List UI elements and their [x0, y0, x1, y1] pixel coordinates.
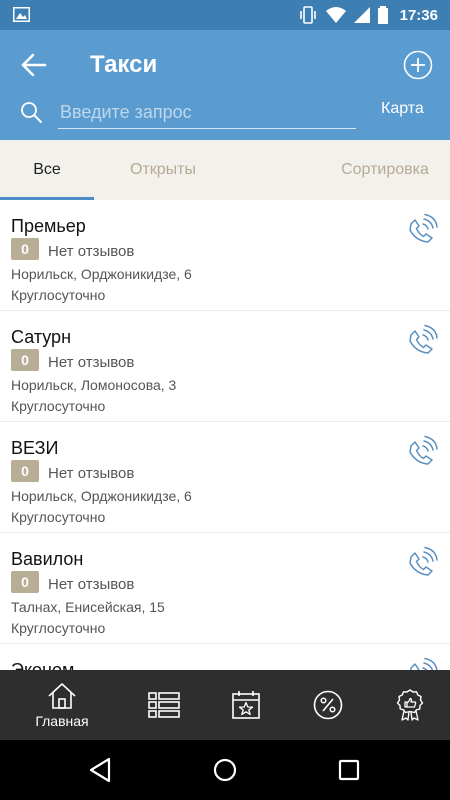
nav-item-events[interactable] — [222, 670, 270, 740]
reviews-text: Нет отзывов — [48, 576, 135, 593]
item-name: Вавилон — [11, 549, 84, 569]
back-arrow-icon[interactable] — [20, 52, 50, 78]
phone-call-icon[interactable] — [404, 546, 438, 580]
rating-badge: 0 — [11, 571, 39, 593]
hours-text: Круглосуточно — [11, 287, 106, 303]
wifi-icon — [325, 7, 346, 23]
nav-item-home[interactable]: Главная — [24, 670, 100, 740]
list-item[interactable]: Вавилон 0 Нет отзывов Талнах, Енисейская… — [0, 533, 450, 644]
system-home-icon[interactable] — [209, 754, 241, 786]
add-icon[interactable] — [403, 50, 433, 80]
address-text: Талнах, Енисейская, 15 — [11, 599, 165, 615]
phone-call-icon[interactable] — [404, 324, 438, 358]
list-item[interactable]: Премьер 0 Нет отзывов Норильск, Орджоник… — [0, 200, 450, 311]
item-name: Премьер — [11, 216, 86, 236]
status-time: 17:36 — [399, 6, 438, 24]
tab-all[interactable]: Все — [0, 140, 94, 200]
search-icon — [21, 102, 42, 123]
app-bar: Такси Карта — [0, 30, 450, 140]
list-icon — [148, 692, 180, 718]
item-name: Сатурн — [11, 327, 72, 347]
bottom-nav: Главная — [0, 670, 450, 740]
tab-bar: Все Открыты Сортировка — [0, 140, 450, 200]
nav-item-discounts[interactable] — [304, 670, 352, 740]
reviews-text: Нет отзывов — [48, 354, 135, 371]
nav-label-home: Главная — [35, 712, 89, 729]
calendar-star-icon — [232, 691, 260, 719]
percent-icon — [313, 690, 343, 720]
taxi-list: Премьер 0 Нет отзывов Норильск, Орджоник… — [0, 200, 450, 670]
system-back-icon[interactable] — [85, 754, 117, 786]
item-name: Эконом — [11, 660, 75, 670]
tab-open[interactable]: Открыты — [100, 140, 226, 200]
nav-item-list[interactable] — [140, 670, 188, 740]
system-recents-icon[interactable] — [333, 754, 365, 786]
award-icon — [396, 689, 424, 721]
hours-text: Круглосуточно — [11, 398, 106, 414]
item-name: ВЕЗИ — [11, 438, 59, 458]
list-item[interactable]: Сатурн 0 Нет отзывов Норильск, Ломоносов… — [0, 311, 450, 422]
status-bar: 17:36 — [0, 0, 450, 30]
vibrate-icon — [299, 6, 316, 24]
gallery-notification-icon — [13, 7, 30, 22]
address-text: Норильск, Орджоникидзе, 6 — [11, 266, 192, 282]
phone-call-icon[interactable] — [404, 213, 438, 247]
reviews-text: Нет отзывов — [48, 465, 135, 482]
signal-icon — [353, 7, 370, 23]
rating-badge: 0 — [11, 349, 39, 371]
tab-sort[interactable]: Сортировка — [320, 140, 450, 200]
address-text: Норильск, Ломоносова, 3 — [11, 377, 177, 393]
map-button[interactable]: Карта — [381, 100, 424, 118]
list-item[interactable]: Эконом — [0, 644, 450, 670]
nav-item-awards[interactable] — [386, 670, 434, 740]
search-input[interactable] — [58, 97, 356, 129]
address-text: Норильск, Орджоникидзе, 6 — [11, 488, 192, 504]
hours-text: Круглосуточно — [11, 509, 106, 525]
page-title: Такси — [90, 51, 158, 78]
rating-badge: 0 — [11, 460, 39, 482]
phone-call-icon[interactable] — [404, 657, 438, 670]
reviews-text: Нет отзывов — [48, 243, 135, 260]
battery-icon — [377, 6, 388, 24]
home-icon — [48, 682, 76, 709]
phone-call-icon[interactable] — [404, 435, 438, 469]
rating-badge: 0 — [11, 238, 39, 260]
list-item[interactable]: ВЕЗИ 0 Нет отзывов Норильск, Орджоникидз… — [0, 422, 450, 533]
system-nav-bar — [0, 740, 450, 800]
hours-text: Круглосуточно — [11, 620, 106, 636]
